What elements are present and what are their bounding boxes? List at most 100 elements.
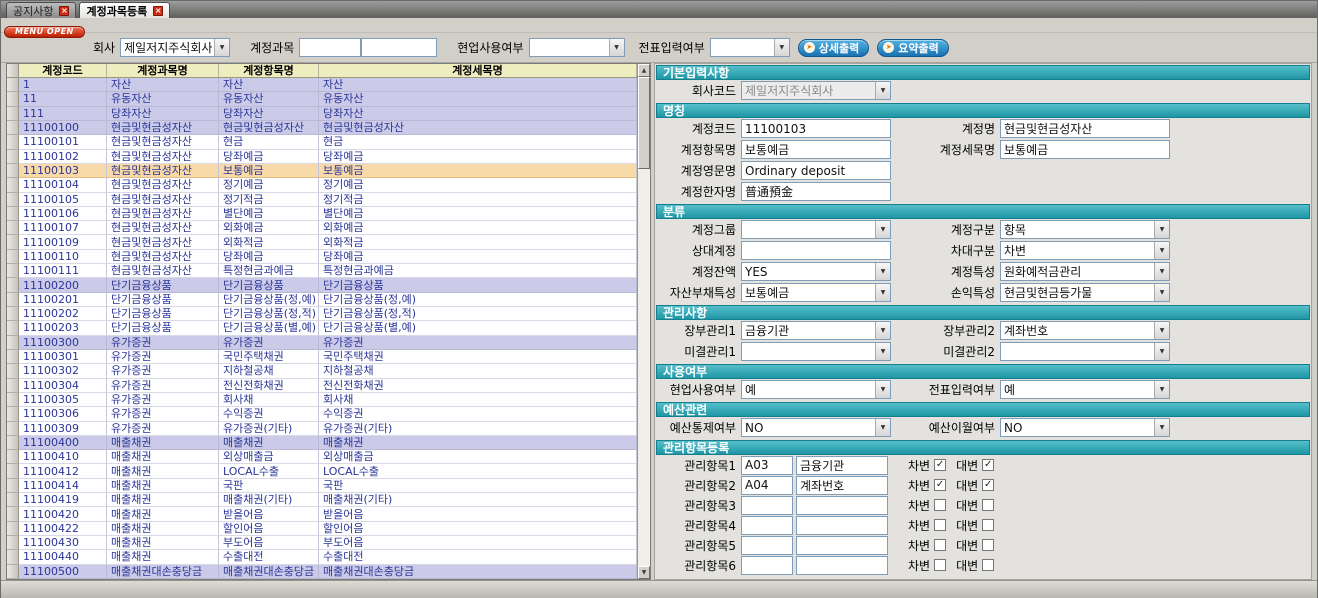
mgmt-item-1-name-input[interactable] <box>796 456 888 475</box>
mgmt-item-4-name-input[interactable] <box>796 516 888 535</box>
column-header[interactable]: 계정항목명 <box>219 64 319 77</box>
tab-account-registration[interactable]: 계정과목등록× <box>79 2 170 18</box>
tab-close-icon[interactable]: × <box>153 6 163 16</box>
scroll-down-button[interactable]: ▼ <box>638 566 650 579</box>
account-name-input[interactable] <box>1000 119 1170 138</box>
slip-entry-yn-select[interactable]: 예▼ <box>1000 380 1170 399</box>
table-row[interactable]: 11100412매출채권LOCAL수출LOCAL수출 <box>7 464 637 478</box>
row-selector[interactable] <box>7 422 19 436</box>
mgmt-item-6-code-input[interactable] <box>741 556 793 575</box>
mgmt-item-1-debit-checkbox[interactable]: ✓ <box>934 459 946 471</box>
mgmt-item-2-debit-checkbox[interactable]: ✓ <box>934 479 946 491</box>
mgmt-item-1-code-input[interactable] <box>741 456 793 475</box>
table-row[interactable]: 11100201단기금융상품단기금융상품(정,예)단기금융상품(정,예) <box>7 293 637 307</box>
row-selector[interactable] <box>7 78 19 92</box>
row-selector[interactable] <box>7 350 19 364</box>
mgmt-item-5-debit-checkbox[interactable] <box>934 539 946 551</box>
mgmt-item-3-code-input[interactable] <box>741 496 793 515</box>
row-selector[interactable] <box>7 507 19 521</box>
row-selector[interactable] <box>7 135 19 149</box>
row-selector[interactable] <box>7 250 19 264</box>
scrollbar-track[interactable] <box>638 77 650 566</box>
row-selector[interactable] <box>7 364 19 378</box>
profit-loss-characteristic-select[interactable]: 현금및현금등가물▼ <box>1000 283 1170 302</box>
asset-liability-characteristic-select[interactable]: 보통예금▼ <box>741 283 891 302</box>
mgmt-item-6-credit-checkbox[interactable] <box>982 559 994 571</box>
column-header[interactable]: 계정코드 <box>19 64 107 77</box>
row-selector[interactable] <box>7 278 19 292</box>
mgmt-item-2-credit-checkbox[interactable]: ✓ <box>982 479 994 491</box>
column-header[interactable]: 계정과목명 <box>107 64 219 77</box>
mgmt-item-4-debit-checkbox[interactable] <box>934 519 946 531</box>
mgmt-item-5-name-input[interactable] <box>796 536 888 555</box>
mgmt-item-4-code-input[interactable] <box>741 516 793 535</box>
table-row[interactable]: 1자산자산자산 <box>7 78 637 92</box>
table-row[interactable]: 11100301유가증권국민주택채권국민주택채권 <box>7 350 637 364</box>
account-name-filter-input[interactable] <box>361 38 437 57</box>
table-row[interactable]: 11100106현금및현금성자산별단예금별단예금 <box>7 207 637 221</box>
pending-mgmt2-select[interactable]: ▼ <box>1000 342 1170 361</box>
menu-open-button[interactable]: MENU OPEN <box>4 26 85 38</box>
mgmt-item-6-debit-checkbox[interactable] <box>934 559 946 571</box>
account-english-name-input[interactable] <box>741 161 891 180</box>
table-row[interactable]: 11100302유가증권지하철공채지하철공채 <box>7 364 637 378</box>
table-row[interactable]: 11100419매출채권매출채권(기타)매출채권(기타) <box>7 493 637 507</box>
account-characteristic-select[interactable]: 원화예적금관리▼ <box>1000 262 1170 281</box>
row-selector[interactable] <box>7 550 19 564</box>
row-selector[interactable] <box>7 493 19 507</box>
mgmt-item-5-credit-checkbox[interactable] <box>982 539 994 551</box>
mgmt-item-2-name-input[interactable] <box>796 476 888 495</box>
row-selector[interactable] <box>7 407 19 421</box>
table-row[interactable]: 11100101현금및현금성자산현금현금 <box>7 135 637 149</box>
table-row[interactable]: 11100400매출채권매출채권매출채권 <box>7 436 637 450</box>
table-row[interactable]: 11100104현금및현금성자산정기예금정기예금 <box>7 178 637 192</box>
table-row[interactable]: 11100100현금및현금성자산현금및현금성자산현금및현금성자산 <box>7 121 637 135</box>
account-balance-select[interactable]: YES▼ <box>741 262 891 281</box>
row-selector[interactable] <box>7 193 19 207</box>
row-selector[interactable] <box>7 464 19 478</box>
row-selector[interactable] <box>7 565 19 579</box>
row-selector[interactable] <box>7 436 19 450</box>
field-use-yn-select[interactable]: 예▼ <box>741 380 891 399</box>
mgmt-item-2-code-input[interactable] <box>741 476 793 495</box>
table-row[interactable]: 11100500매출채권대손충당금매출채권대손충당금매출채권대손충당금 <box>7 565 637 579</box>
table-row[interactable]: 11100410매출채권외상매출금외상매출금 <box>7 450 637 464</box>
table-row[interactable]: 11100422매출채권할인어음할인어음 <box>7 522 637 536</box>
row-selector[interactable] <box>7 393 19 407</box>
table-row[interactable]: 11유동자산유동자산유동자산 <box>7 92 637 106</box>
row-selector[interactable] <box>7 264 19 278</box>
account-code-input[interactable] <box>741 119 891 138</box>
row-selector[interactable] <box>7 150 19 164</box>
table-row[interactable]: 11100306유가증권수익증권수익증권 <box>7 407 637 421</box>
row-selector[interactable] <box>7 107 19 121</box>
table-row[interactable]: 11100111현금및현금성자산특정현금과예금특정현금과예금 <box>7 264 637 278</box>
table-row[interactable]: 111당좌자산당좌자산당좌자산 <box>7 107 637 121</box>
counter-account-input[interactable] <box>741 241 891 260</box>
account-class-select[interactable]: 항목▼ <box>1000 220 1170 239</box>
tab-close-icon[interactable]: × <box>59 6 69 16</box>
row-selector[interactable] <box>7 479 19 493</box>
ledger-mgmt1-select[interactable]: 금융기관▼ <box>741 321 891 340</box>
row-selector[interactable] <box>7 178 19 192</box>
ledger-mgmt2-select[interactable]: 계좌번호▼ <box>1000 321 1170 340</box>
detail-print-button[interactable]: ➤ 상세출력 <box>798 39 869 57</box>
row-selector[interactable] <box>7 235 19 249</box>
table-row[interactable]: 11100107현금및현금성자산외화예금외화예금 <box>7 221 637 235</box>
debit-credit-class-select[interactable]: 차변▼ <box>1000 241 1170 260</box>
table-row[interactable]: 11100102현금및현금성자산당좌예금당좌예금 <box>7 150 637 164</box>
mgmt-item-1-credit-checkbox[interactable]: ✓ <box>982 459 994 471</box>
table-row[interactable]: 11100420매출채권받을어음받을어음 <box>7 507 637 521</box>
row-selector[interactable] <box>7 450 19 464</box>
row-selector[interactable] <box>7 536 19 550</box>
row-selector[interactable] <box>7 164 19 178</box>
account-detail-name-input[interactable] <box>1000 140 1170 159</box>
account-item-name-input[interactable] <box>741 140 891 159</box>
company-code-select[interactable]: 제일저지주식회사▼ <box>741 81 891 100</box>
row-selector[interactable] <box>7 293 19 307</box>
summary-print-button[interactable]: ➤ 요약출력 <box>877 39 948 57</box>
table-row[interactable]: 11100202단기금융상품단기금융상품(정,적)단기금융상품(정,적) <box>7 307 637 321</box>
table-row[interactable]: 11100110현금및현금성자산당좌예금당좌예금 <box>7 250 637 264</box>
table-row[interactable]: 11100414매출채권국판국판 <box>7 479 637 493</box>
mgmt-item-5-code-input[interactable] <box>741 536 793 555</box>
row-selector[interactable] <box>7 321 19 335</box>
